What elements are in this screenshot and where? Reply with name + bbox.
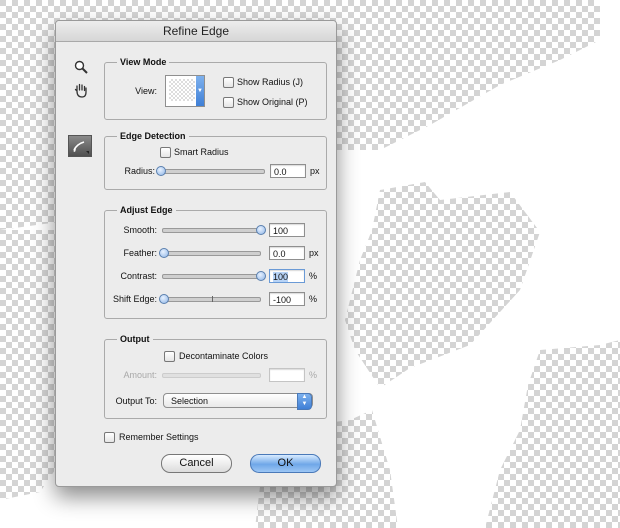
zoom-tool-icon[interactable] — [74, 60, 88, 74]
adjust-edge-legend: Adjust Edge — [117, 205, 176, 216]
edge-detection-legend: Edge Detection — [117, 131, 189, 142]
show-radius-checkbox[interactable] — [223, 77, 234, 88]
transparent-region-bottom-right — [485, 340, 620, 528]
feather-unit: px — [309, 248, 319, 258]
edge-detection-panel: Edge Detection Smart Radius Radius: 0.0 … — [104, 131, 327, 190]
shift-edge-slider-thumb[interactable] — [159, 294, 169, 304]
radius-slider[interactable] — [156, 166, 265, 176]
hand-tool-icon[interactable] — [73, 82, 89, 98]
amount-label: Amount: — [123, 370, 157, 380]
contrast-input[interactable]: 100 — [269, 269, 305, 283]
transparent-region-left — [0, 230, 60, 500]
view-mode-legend: View Mode — [117, 57, 170, 68]
contrast-slider[interactable] — [162, 271, 266, 281]
view-preview-thumbnail — [169, 79, 195, 101]
cancel-button[interactable]: Cancel — [161, 454, 232, 473]
view-label: View: — [135, 86, 157, 96]
feather-slider-thumb[interactable] — [159, 248, 169, 258]
contrast-label: Contrast: — [120, 271, 157, 281]
feather-slider[interactable] — [159, 248, 261, 258]
remember-settings-label: Remember Settings — [119, 432, 199, 442]
shift-edge-slider[interactable] — [159, 294, 261, 304]
decontaminate-colors-label: Decontaminate Colors — [179, 351, 269, 361]
feather-input[interactable]: 0.0 — [269, 246, 305, 260]
smooth-input[interactable]: 100 — [269, 223, 305, 237]
refine-radius-tool[interactable] — [68, 135, 92, 157]
radius-label: Radius: — [124, 166, 155, 176]
amount-unit: % — [309, 370, 318, 380]
show-radius-label: Show Radius (J) — [237, 77, 304, 87]
output-to-select[interactable]: Selection ▲ ▼ — [163, 393, 313, 410]
radius-input[interactable]: 0.0 — [270, 164, 306, 178]
view-mode-picker[interactable]: ▼ — [165, 75, 205, 107]
remember-settings-checkbox[interactable] — [104, 432, 115, 443]
decontaminate-colors-checkbox[interactable] — [164, 351, 175, 362]
refine-brush-icon — [73, 141, 89, 154]
smart-radius-label: Smart Radius — [174, 147, 229, 157]
amount-input — [269, 368, 305, 382]
shift-edge-label: Shift Edge: — [112, 294, 157, 304]
smart-radius-checkbox[interactable] — [160, 147, 171, 158]
contrast-slider-thumb[interactable] — [256, 271, 266, 281]
smooth-slider-thumb[interactable] — [256, 225, 266, 235]
dialog-title: Refine Edge — [56, 21, 336, 42]
output-panel: Output Decontaminate Colors Amount: % Ou… — [104, 334, 327, 419]
view-mode-panel: View Mode View: ▼ Show Radius (J) Show O… — [104, 57, 327, 120]
output-to-value: Selection — [171, 396, 209, 406]
output-to-label: Output To: — [115, 396, 157, 406]
contrast-value: 100 — [273, 272, 289, 282]
view-dropdown-arrow-icon: ▼ — [196, 76, 204, 106]
radius-slider-thumb[interactable] — [156, 166, 166, 176]
output-legend: Output — [117, 334, 153, 345]
shift-edge-unit: % — [309, 294, 318, 304]
amount-slider — [162, 373, 261, 378]
ok-button[interactable]: OK — [250, 454, 321, 473]
show-original-label: Show Original (P) — [237, 97, 308, 107]
smooth-slider[interactable] — [162, 225, 266, 235]
select-arrows-icon: ▲ ▼ — [297, 393, 312, 410]
contrast-unit: % — [309, 271, 318, 281]
smooth-label: Smooth: — [123, 225, 157, 235]
transparent-region-middle — [345, 182, 540, 388]
refine-edge-dialog: Refine Edge View Mode View: ▼ Show Radiu… — [55, 20, 337, 487]
radius-unit: px — [310, 166, 320, 176]
feather-label: Feather: — [123, 248, 157, 258]
shift-edge-input[interactable]: -100 — [269, 292, 305, 306]
shift-edge-center-tick — [211, 296, 213, 302]
show-original-checkbox[interactable] — [223, 97, 234, 108]
adjust-edge-panel: Adjust Edge Smooth: 100 Feather: 0.0 px … — [104, 205, 327, 319]
